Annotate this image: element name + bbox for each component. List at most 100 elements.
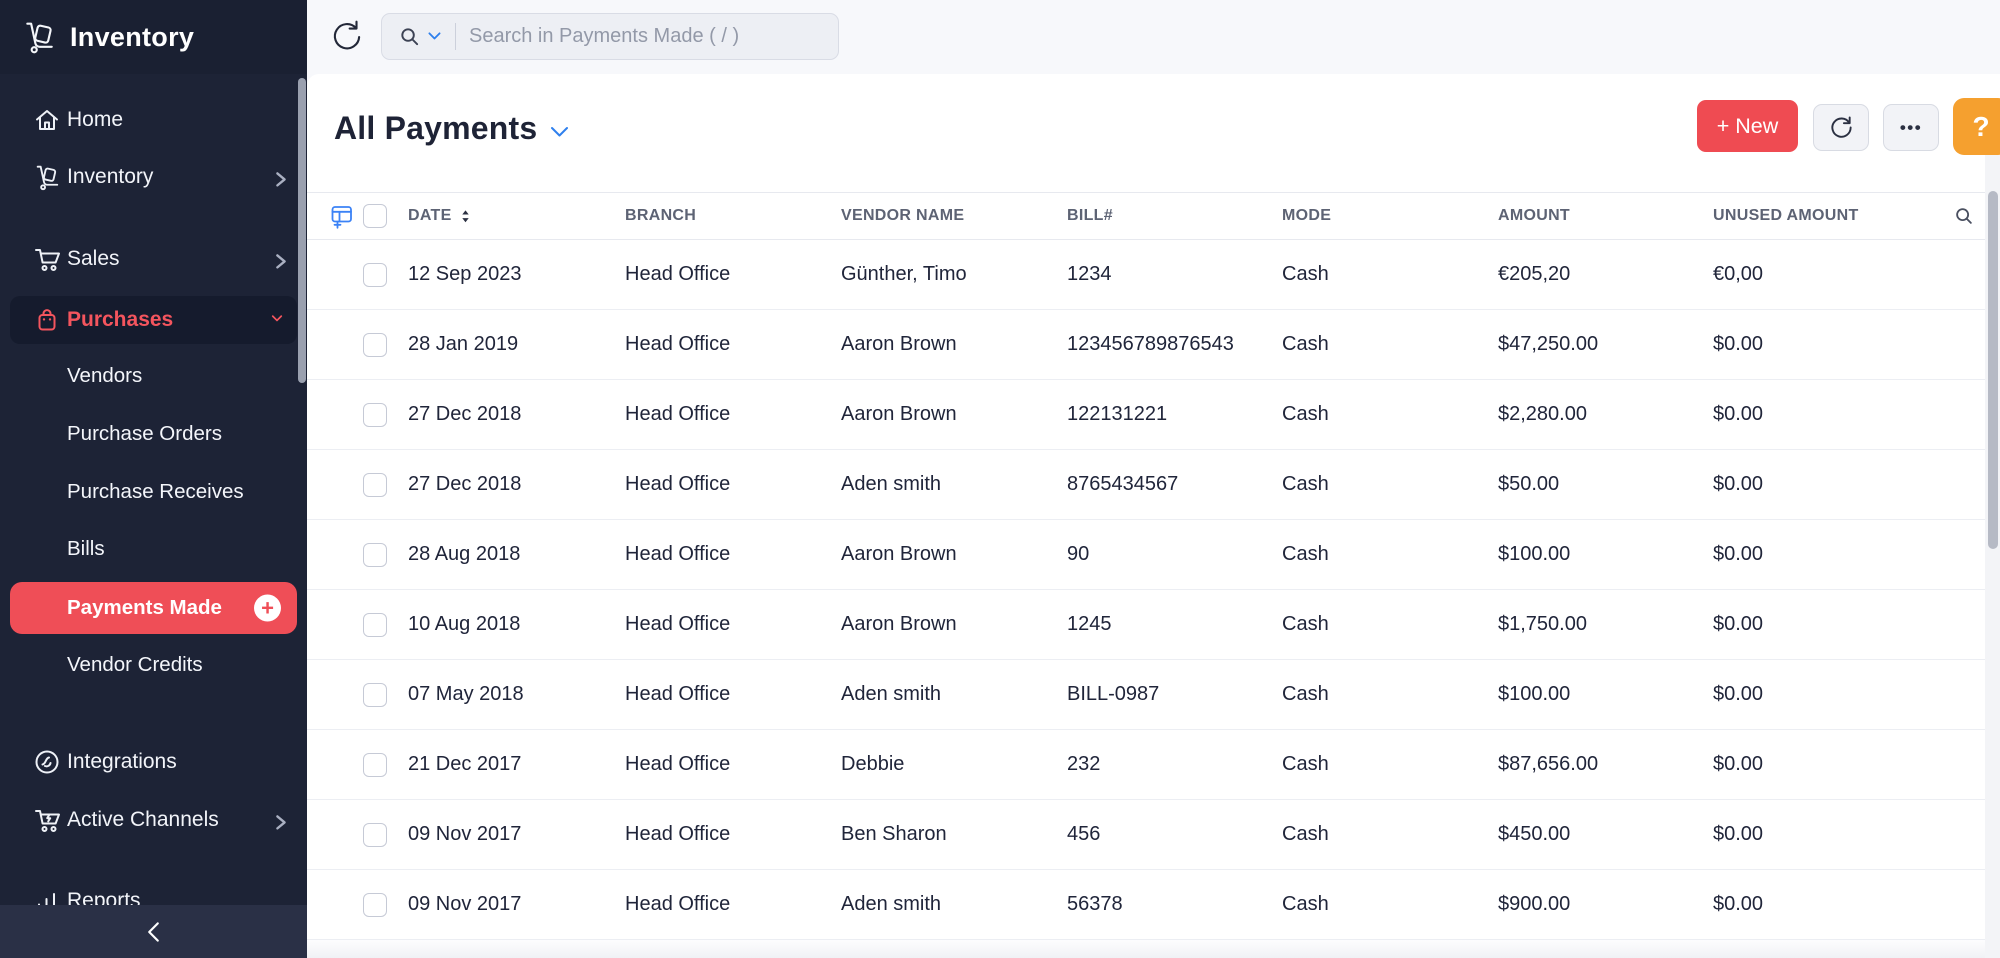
help-button[interactable]: ? xyxy=(1953,98,2000,155)
sidebar-item-vendors[interactable]: Vendors xyxy=(0,353,307,399)
app-root: Inventory Home Inventory Sales xyxy=(0,0,2000,958)
table-row[interactable]: 28 Jan 2019 Head Office Aaron Brown 1234… xyxy=(307,310,2000,380)
sidebar-item-payments-made[interactable]: Payments Made + xyxy=(10,582,297,634)
cell-branch: Head Office xyxy=(625,543,841,566)
sidebar-item-bills[interactable]: Bills xyxy=(0,526,307,572)
cell-amount: €205,20 xyxy=(1498,263,1713,286)
row-checkbox[interactable] xyxy=(363,263,387,287)
cell-bill-number: 232 xyxy=(1067,753,1282,776)
sidebar-item-vendor-credits[interactable]: Vendor Credits xyxy=(0,642,307,688)
row-checkbox[interactable] xyxy=(363,753,387,777)
table-row[interactable]: 28 Aug 2018 Head Office Aaron Brown 90 C… xyxy=(307,520,2000,590)
cell-mode: Cash xyxy=(1282,683,1498,706)
app-title: Inventory xyxy=(70,22,194,53)
row-checkbox[interactable] xyxy=(363,473,387,497)
column-header-mode[interactable]: MODE xyxy=(1282,207,1498,225)
cell-unused-amount: $0.00 xyxy=(1713,823,1928,846)
cell-unused-amount: $0.00 xyxy=(1713,543,1928,566)
cell-mode: Cash xyxy=(1282,823,1498,846)
column-header-branch[interactable]: BRANCH xyxy=(625,207,841,225)
table-row[interactable]: 27 Dec 2018 Head Office Aden smith 87654… xyxy=(307,450,2000,520)
cell-bill-number: 90 xyxy=(1067,543,1282,566)
sidebar-item-active-channels[interactable]: Active Channels xyxy=(0,797,307,843)
cell-bill-number: BILL-0987 xyxy=(1067,683,1282,706)
refresh-button[interactable] xyxy=(1813,104,1869,151)
home-icon xyxy=(33,106,61,134)
cell-mode: Cash xyxy=(1282,543,1498,566)
partial-row xyxy=(307,940,2000,958)
cell-amount: $50.00 xyxy=(1498,473,1713,496)
sidebar-scrollbar-thumb[interactable] xyxy=(298,78,306,383)
sidebar-item-purchase-receives[interactable]: Purchase Receives xyxy=(0,469,307,515)
cell-unused-amount: $0.00 xyxy=(1713,403,1928,426)
sidebar-item-sales[interactable]: Sales xyxy=(0,236,307,282)
table-row[interactable]: 21 Dec 2017 Head Office Debbie 232 Cash … xyxy=(307,730,2000,800)
sidebar-item-purchases[interactable]: Purchases xyxy=(10,296,297,344)
cell-unused-amount: $0.00 xyxy=(1713,613,1928,636)
cell-mode: Cash xyxy=(1282,753,1498,776)
quick-create-payment-icon[interactable]: + xyxy=(254,595,281,622)
cell-bill-number: 456 xyxy=(1067,823,1282,846)
cell-mode: Cash xyxy=(1282,403,1498,426)
column-header-date[interactable]: DATE xyxy=(408,207,625,225)
reload-icon[interactable] xyxy=(328,18,366,56)
view-switcher[interactable]: All Payments xyxy=(334,110,569,147)
cell-bill-number: 1245 xyxy=(1067,613,1282,636)
more-options-button[interactable]: ••• xyxy=(1883,104,1939,151)
sort-icon xyxy=(460,209,471,224)
cell-vendor-name: Aaron Brown xyxy=(841,613,1067,636)
row-checkbox[interactable] xyxy=(363,823,387,847)
page-title: All Payments xyxy=(334,110,537,147)
chevron-right-icon xyxy=(275,171,287,183)
row-checkbox[interactable] xyxy=(363,613,387,637)
new-payment-button[interactable]: + New xyxy=(1697,100,1798,152)
column-header-vendor-name[interactable]: VENDOR NAME xyxy=(841,207,1067,225)
cell-vendor-name: Ben Sharon xyxy=(841,823,1067,846)
cell-vendor-name: Aden smith xyxy=(841,473,1067,496)
search-input[interactable] xyxy=(469,25,799,48)
sidebar-item-integrations[interactable]: Integrations xyxy=(0,739,307,785)
sidebar-item-inventory[interactable]: Inventory xyxy=(0,154,307,200)
cell-mode: Cash xyxy=(1282,893,1498,916)
cell-unused-amount: $0.00 xyxy=(1713,893,1928,916)
cell-unused-amount: $0.00 xyxy=(1713,683,1928,706)
row-checkbox[interactable] xyxy=(363,333,387,357)
cell-amount: $87,656.00 xyxy=(1498,753,1713,776)
sidebar-item-purchase-orders[interactable]: Purchase Orders xyxy=(0,411,307,457)
table-row[interactable]: 12 Sep 2023 Head Office Günther, Timo 12… xyxy=(307,240,2000,310)
table-row[interactable]: 07 May 2018 Head Office Aden smith BILL-… xyxy=(307,660,2000,730)
table-row[interactable]: 09 Nov 2017 Head Office Ben Sharon 456 C… xyxy=(307,800,2000,870)
sidebar-collapse-button[interactable] xyxy=(0,905,307,958)
table-search-icon[interactable] xyxy=(1953,205,1975,227)
topbar: + Zylker Z xyxy=(307,0,2000,74)
row-checkbox[interactable] xyxy=(363,683,387,707)
row-checkbox[interactable] xyxy=(363,543,387,567)
cell-mode: Cash xyxy=(1282,473,1498,496)
cell-amount: $100.00 xyxy=(1498,683,1713,706)
column-header-bill[interactable]: BILL# xyxy=(1067,207,1282,225)
table-scrollbar-thumb[interactable] xyxy=(1988,191,1998,549)
cell-date: 09 Nov 2017 xyxy=(408,823,625,846)
table-row[interactable]: 09 Nov 2017 Head Office Aden smith 56378… xyxy=(307,870,2000,940)
column-header-amount[interactable]: AMOUNT xyxy=(1498,207,1713,225)
chevron-right-icon xyxy=(275,253,287,265)
cell-bill-number: 56378 xyxy=(1067,893,1282,916)
cell-amount: $47,250.00 xyxy=(1498,333,1713,356)
chevron-down-icon xyxy=(271,314,283,326)
customize-columns-icon[interactable] xyxy=(329,203,355,229)
page-header: All Payments + New ••• ? xyxy=(307,74,2000,192)
column-header-unused-amount[interactable]: UNUSED AMOUNT xyxy=(1713,207,1928,225)
cell-date: 28 Jan 2019 xyxy=(408,333,625,356)
table-row[interactable]: 10 Aug 2018 Head Office Aaron Brown 1245… xyxy=(307,590,2000,660)
cell-amount: $100.00 xyxy=(1498,543,1713,566)
row-checkbox[interactable] xyxy=(363,893,387,917)
select-all-checkbox[interactable] xyxy=(363,204,387,228)
sidebar-item-home[interactable]: Home xyxy=(0,97,307,143)
search-scope-chevron-icon[interactable] xyxy=(428,32,441,41)
table-scrollbar-track[interactable] xyxy=(1985,155,2000,958)
cell-mode: Cash xyxy=(1282,263,1498,286)
global-search[interactable] xyxy=(381,13,839,60)
row-checkbox[interactable] xyxy=(363,403,387,427)
table-row[interactable]: 27 Dec 2018 Head Office Aaron Brown 1221… xyxy=(307,380,2000,450)
cell-date: 09 Nov 2017 xyxy=(408,893,625,916)
